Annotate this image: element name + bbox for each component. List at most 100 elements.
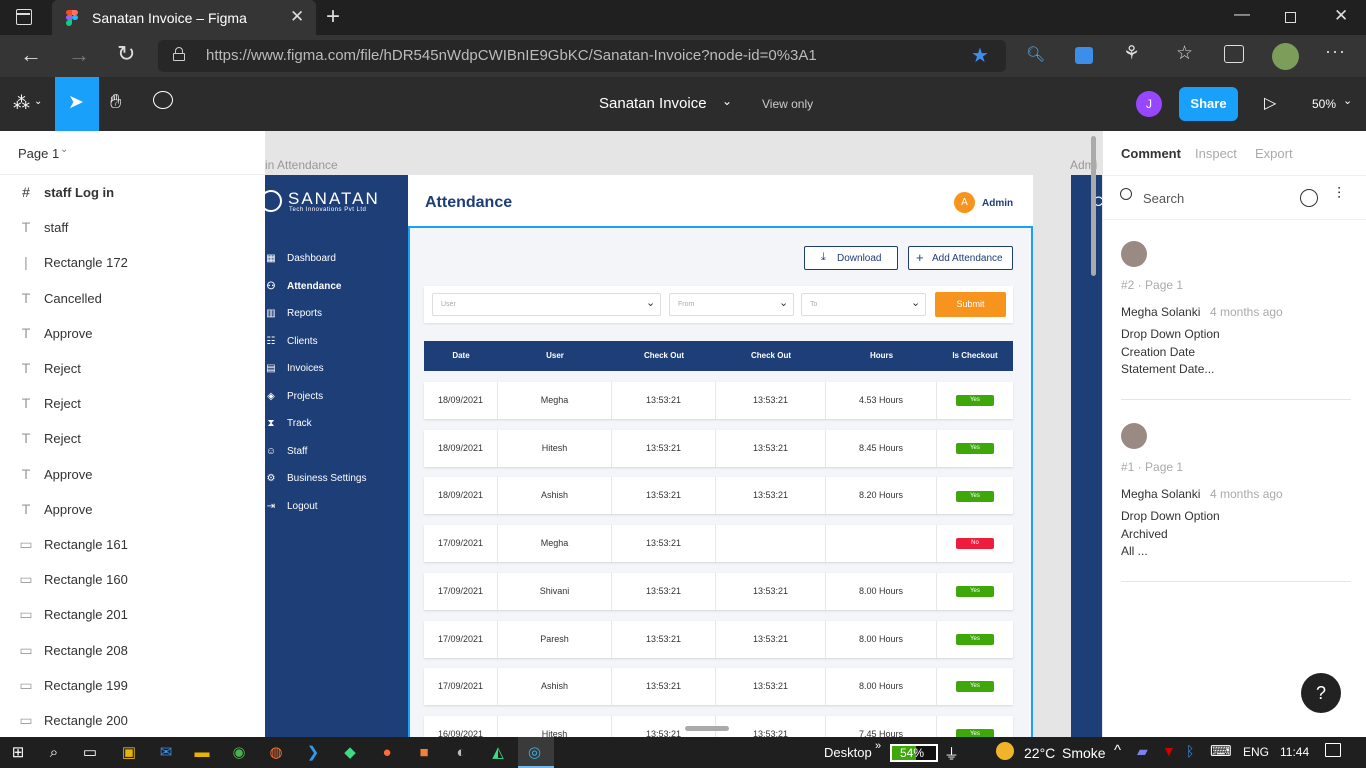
scrollbar-vertical[interactable]	[1091, 136, 1096, 276]
from-select[interactable]: From ⌄	[669, 293, 794, 316]
chevron-double-icon[interactable]: »	[875, 740, 881, 752]
nav-item-clients[interactable]: ☷ Clients	[265, 328, 408, 355]
scrollbar-horizontal[interactable]	[685, 726, 729, 731]
url-bar[interactable]: https://www.figma.com/file/hDR545nWdpCWI…	[158, 40, 1006, 72]
layer-item[interactable]: T Approve	[0, 316, 265, 351]
column-header[interactable]: Hours	[826, 341, 937, 371]
forward-icon[interactable]: →	[68, 42, 90, 68]
notifications-icon[interactable]	[1325, 743, 1341, 757]
column-header[interactable]: User	[498, 341, 612, 371]
layer-item[interactable]: T Approve	[0, 492, 265, 527]
tab-comment[interactable]: Comment	[1121, 146, 1181, 161]
column-header[interactable]: Is Checkout	[937, 341, 1013, 371]
page-selector[interactable]: Page 1 ⌄	[0, 131, 265, 175]
file-explorer-icon[interactable]: ▬	[184, 737, 220, 768]
to-select[interactable]: To ⌄	[801, 293, 926, 316]
store-icon[interactable]: ▣	[111, 737, 147, 768]
browser-tab[interactable]: Sanatan Invoice – Figma ✕	[52, 0, 316, 35]
nav-item-track[interactable]: ⧗ Track	[265, 410, 408, 437]
layer-item[interactable]: T Approve	[0, 457, 265, 492]
layer-item[interactable]: ▭ Rectangle 201	[0, 597, 265, 632]
chevron-down-icon[interactable]: ⌄	[722, 94, 732, 108]
language-indicator[interactable]: ENG	[1243, 745, 1269, 759]
layer-item[interactable]: ▭ Rectangle 199	[0, 668, 265, 703]
file-title[interactable]: Sanatan Invoice	[599, 95, 707, 112]
attendance-frame[interactable]: SANATAN Tech Innovations Pvt Ltd ▦ Dashbo…	[265, 175, 1033, 737]
layer-item[interactable]: Tstaff	[0, 210, 265, 245]
zoom-search-icon[interactable]: 🔍︎	[1026, 45, 1045, 63]
windows-start-icon[interactable]: ⊞	[0, 737, 36, 768]
column-header[interactable]: Check Out	[612, 341, 716, 371]
frame-label[interactable]: in Attendance	[265, 158, 338, 172]
minimize-icon[interactable]: —	[1234, 6, 1250, 24]
favorites-icon[interactable]: ☆	[1176, 42, 1193, 65]
app-icon[interactable]: ■	[406, 737, 442, 768]
keyboard-icon[interactable]: ⌨	[1210, 742, 1232, 760]
close-window-icon[interactable]: ✕	[1334, 6, 1348, 26]
chrome-icon[interactable]: ◉	[221, 737, 257, 768]
zoom-level[interactable]: 50%	[1312, 97, 1336, 111]
extensions-puzzle-icon[interactable]: ⚘	[1123, 42, 1140, 65]
new-tab-icon[interactable]: +	[326, 3, 340, 31]
back-icon[interactable]: ←	[20, 42, 42, 68]
teams-icon[interactable]: ▰	[1137, 743, 1148, 760]
profile-avatar[interactable]	[1272, 43, 1299, 70]
nav-item-business-settings[interactable]: ⚙ Business Settings	[265, 465, 408, 492]
present-play-icon[interactable]: ▷	[1264, 93, 1276, 113]
bluetooth-icon[interactable]: ᛒ	[1186, 743, 1194, 759]
column-header[interactable]: Date	[424, 341, 498, 371]
tab-actions-icon[interactable]	[16, 9, 32, 25]
nav-item-projects[interactable]: ◈ Projects	[265, 383, 408, 410]
layer-item[interactable]: ▭ Rectangle 160	[0, 562, 265, 597]
nav-item-dashboard[interactable]: ▦ Dashboard	[265, 245, 408, 272]
admin-label[interactable]: Admin	[982, 198, 1013, 209]
settings-sliders-icon[interactable]: ⫶	[1337, 186, 1341, 204]
share-button[interactable]: Share	[1179, 87, 1238, 121]
figma-menu-icon[interactable]: ⁂	[13, 93, 30, 113]
firefox-icon[interactable]: ◍	[258, 737, 294, 768]
user-avatar[interactable]: J	[1136, 91, 1162, 117]
collections-icon[interactable]	[1224, 45, 1244, 63]
favorite-star-icon[interactable]: ★	[971, 43, 989, 68]
weather-temp[interactable]: 22°C	[1024, 745, 1055, 761]
submit-button[interactable]: Submit	[935, 292, 1006, 317]
layer-item[interactable]: T Reject	[0, 421, 265, 456]
filter-icon[interactable]	[1300, 189, 1318, 207]
task-view-icon[interactable]: ▭	[72, 737, 108, 768]
layer-item[interactable]: | Rectangle 172	[0, 245, 265, 280]
weather-text[interactable]: Smoke	[1062, 745, 1106, 761]
table-row[interactable]: 18/09/2021 Ashish 13:53:21 13:53:21 8.20 Hou…	[424, 477, 1013, 515]
help-button[interactable]: ?	[1301, 673, 1341, 713]
user-select[interactable]: User ⌄	[432, 293, 661, 316]
hand-tool-icon[interactable]: ✋︎	[110, 91, 121, 114]
github-icon[interactable]: ◐	[443, 737, 479, 768]
tab-inspect[interactable]: Inspect	[1195, 146, 1237, 161]
nav-item-logout[interactable]: ⇥ Logout	[265, 493, 408, 520]
move-tool-button[interactable]: ➤	[55, 77, 99, 131]
layer-item[interactable]: ▭ Rectangle 208	[0, 633, 265, 668]
table-row[interactable]: 17/09/2021 Paresh 13:53:21 13:53:21 8.00 Hou…	[424, 620, 1013, 658]
table-row[interactable]: 17/09/2021 Megha 13:53:21 No	[424, 525, 1013, 563]
close-tab-icon[interactable]: ✕	[290, 7, 304, 27]
comment-thread[interactable]: #1 · Page 1 Megha Solanki 4 months ago Drop…	[1103, 423, 1366, 605]
search-input[interactable]: Search	[1143, 191, 1184, 206]
battery-indicator[interactable]: 54%	[890, 744, 938, 762]
layer-item[interactable]: ▭ Rectangle 200	[0, 703, 265, 738]
nav-item-staff[interactable]: ☺ Staff	[265, 438, 408, 465]
more-menu-icon[interactable]: ···	[1325, 41, 1346, 62]
nav-item-invoices[interactable]: ▤ Invoices	[265, 355, 408, 382]
add-attendance-button[interactable]: + Add Attendance	[908, 246, 1013, 270]
edge-taskbar-button[interactable]: ◎	[518, 737, 554, 768]
column-header[interactable]: Check Out	[716, 341, 826, 371]
nav-item-reports[interactable]: ▥ Reports	[265, 300, 408, 327]
comment-thread[interactable]: #2 · Page 1 Megha Solanki 4 months ago Drop…	[1103, 241, 1366, 423]
postman-icon[interactable]: ●	[369, 737, 405, 768]
extension-icon[interactable]	[1075, 47, 1093, 64]
nav-item-attendance[interactable]: ⚇ Attendance	[265, 273, 408, 300]
layer-item[interactable]: # staff Log in	[0, 175, 265, 210]
design-canvas[interactable]: in Attendance Admi SANATAN Tech Innovati…	[265, 131, 1102, 737]
comment-tool-icon[interactable]	[153, 91, 173, 109]
android-studio-icon[interactable]: ◆	[332, 737, 368, 768]
app-icon[interactable]: ◭	[480, 737, 516, 768]
layer-item[interactable]: T Reject	[0, 351, 265, 386]
